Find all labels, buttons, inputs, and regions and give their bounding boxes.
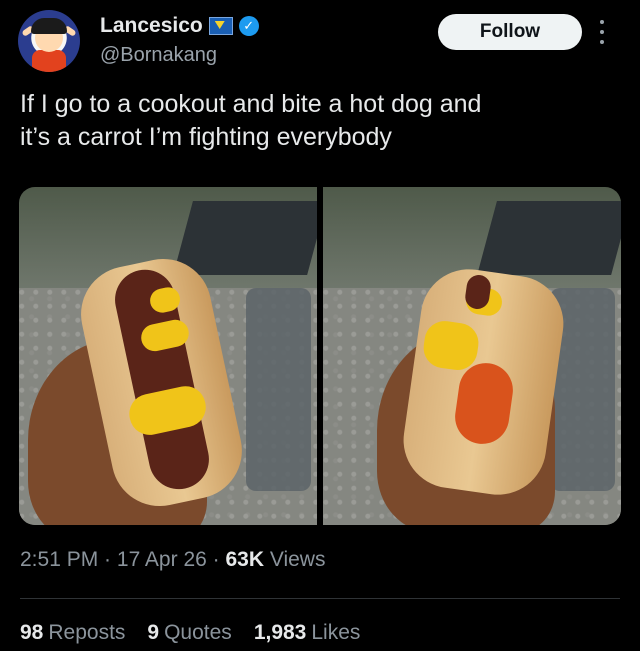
tweet-date[interactable]: 17 Apr 26 <box>117 548 207 571</box>
reposts-count: 98 <box>20 621 44 644</box>
views-count: 63K <box>225 548 264 571</box>
tweet-text: If I go to a cookout and bite a hot dog … <box>20 88 620 154</box>
follow-button[interactable]: Follow <box>438 14 582 50</box>
likes-count: 1,983 <box>253 621 307 644</box>
divider <box>20 598 620 599</box>
reposts-label: Reposts <box>48 621 126 644</box>
media-grid <box>19 187 621 525</box>
author-name-row[interactable]: Lancesico ✓ <box>100 14 259 38</box>
tweet-header: Lancesico ✓ @Bornakang Follow <box>16 6 624 72</box>
author-display-name[interactable]: Lancesico <box>100 14 203 38</box>
tweet-time[interactable]: 2:51 PM <box>20 548 98 571</box>
verified-badge-icon[interactable]: ✓ <box>238 16 259 36</box>
engagement-stats: 98 Reposts 9 Quotes 1,983 Likes <box>20 621 360 645</box>
quotes-count: 9 <box>147 621 160 644</box>
tweet-meta: 2:51 PM · 17 Apr 26 · 63K Views <box>20 548 325 572</box>
meta-separator: · <box>206 548 226 571</box>
tweet-text-line: If I go to a cookout and bite a hot dog … <box>20 90 482 118</box>
tweet-text-line: it’s a carrot I’m fighting everybody <box>20 123 392 151</box>
meta-separator: · <box>98 548 117 571</box>
reposts-stat[interactable]: 98 Reposts <box>20 621 125 645</box>
flag-icon <box>208 17 233 35</box>
quotes-label: Quotes <box>164 621 232 644</box>
quotes-stat[interactable]: 9 Quotes <box>147 621 231 645</box>
more-options-icon[interactable] <box>598 20 606 44</box>
views-label: Views <box>264 548 326 571</box>
carrot-dog-photo-right[interactable] <box>323 187 621 525</box>
likes-stat[interactable]: 1,983 Likes <box>254 621 361 645</box>
hot-dog-photo-left[interactable] <box>19 187 317 525</box>
likes-label: Likes <box>311 621 361 644</box>
avatar[interactable] <box>18 10 80 72</box>
author-handle[interactable]: @Bornakang <box>100 44 217 67</box>
